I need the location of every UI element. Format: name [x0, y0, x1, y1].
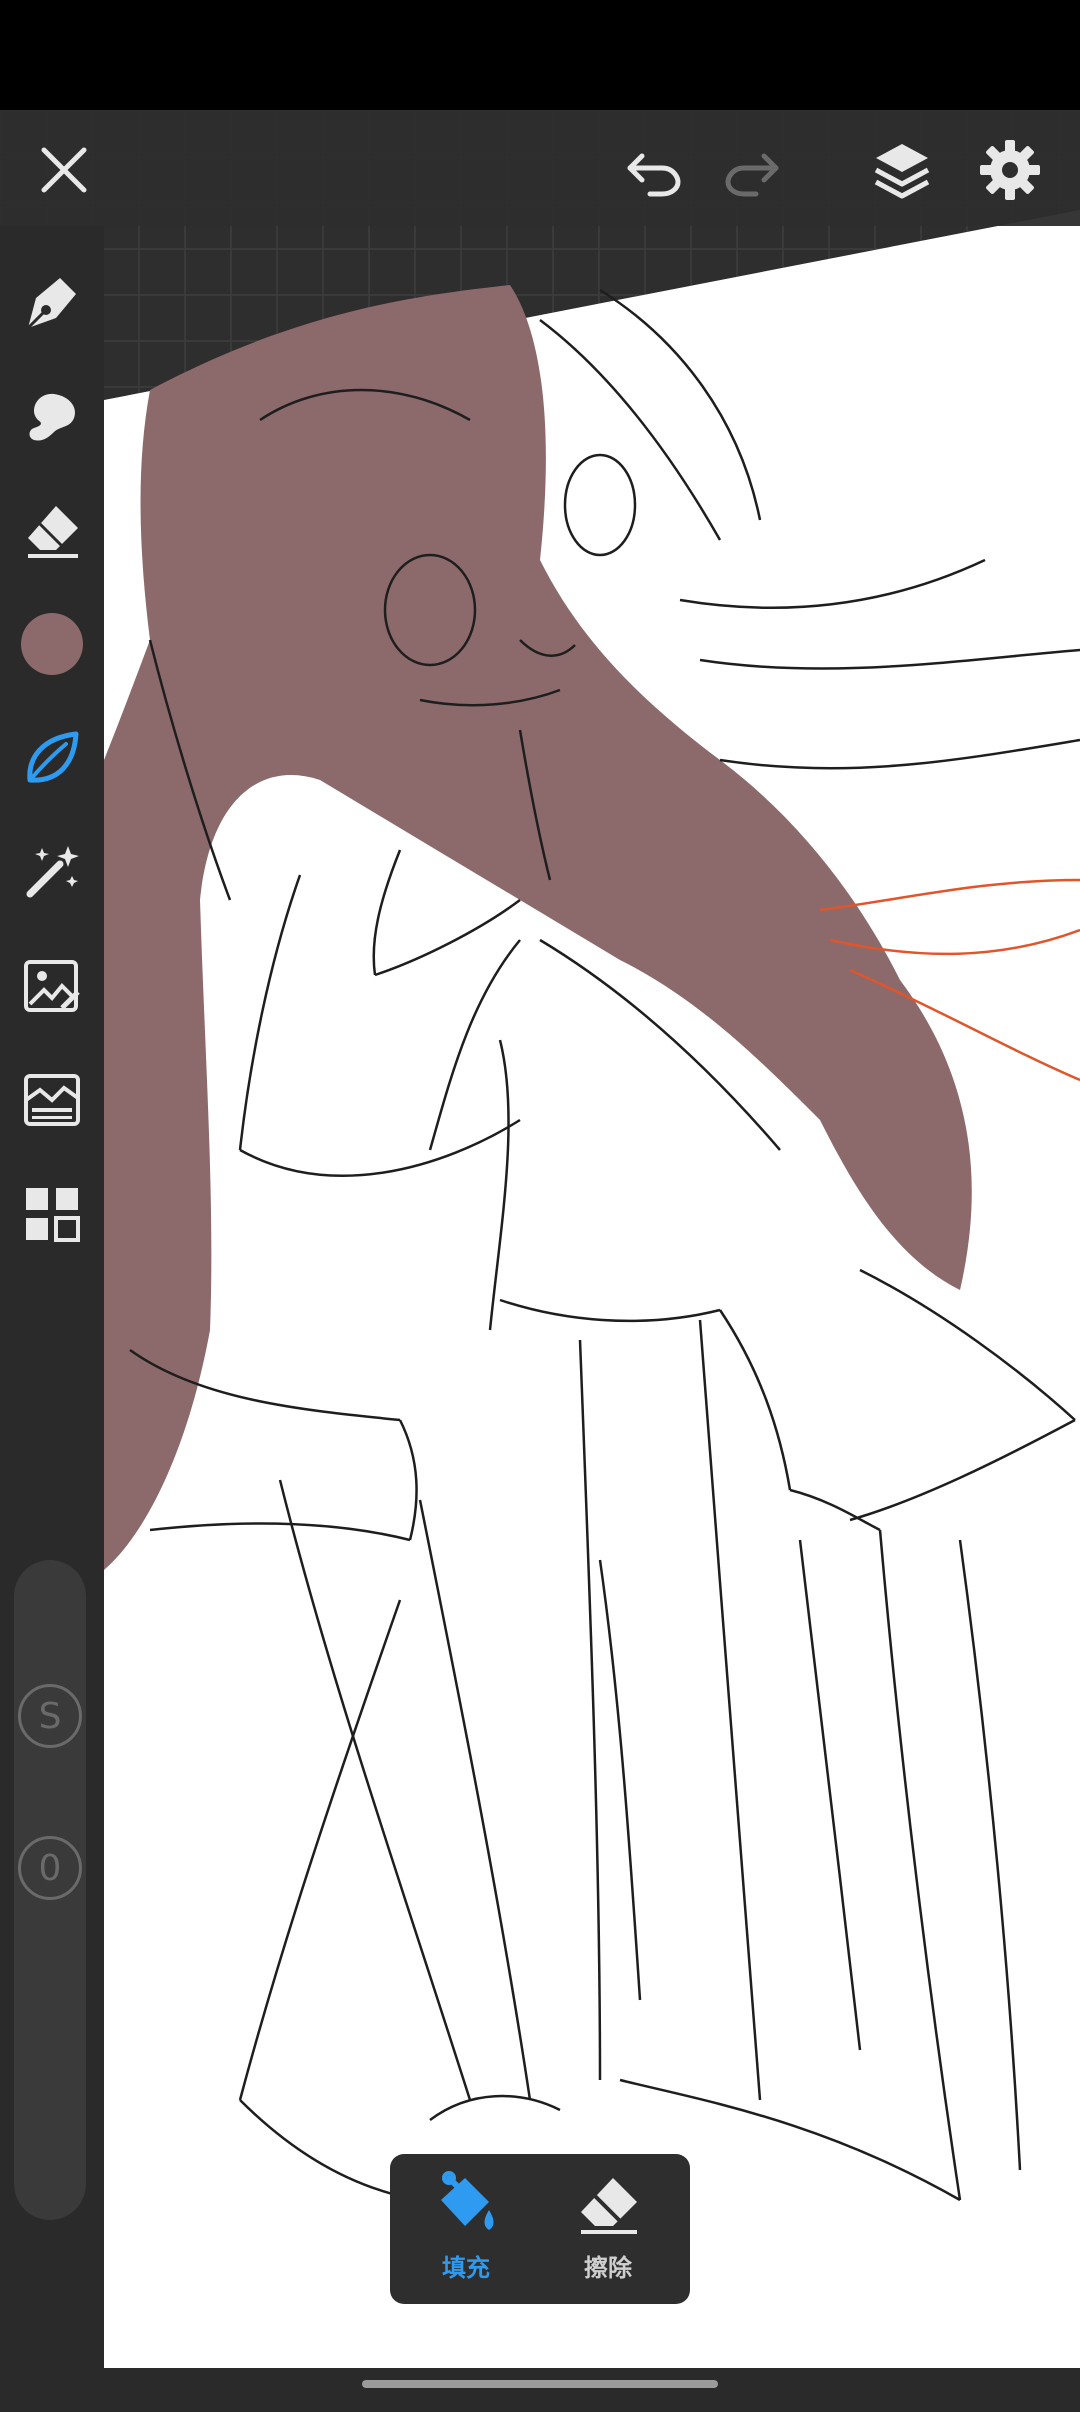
opacity-button-label: 0: [38, 1847, 62, 1889]
eraser-tool-button[interactable]: [12, 490, 92, 570]
grid-icon: [26, 1188, 80, 1242]
redo-button[interactable]: [712, 130, 792, 210]
fill-tool-button[interactable]: [12, 718, 92, 798]
artwork: [104, 210, 1080, 2368]
brush-tool-button[interactable]: [12, 262, 92, 342]
home-indicator[interactable]: [362, 2380, 718, 2388]
current-color-swatch: [21, 613, 83, 675]
drawing-canvas[interactable]: [0, 110, 1080, 2368]
gallery-button[interactable]: [12, 1174, 92, 1254]
filter-button[interactable]: [12, 1060, 92, 1140]
color-picker-button[interactable]: [12, 604, 92, 684]
eraser-icon: [28, 506, 78, 558]
undo-icon: [627, 153, 681, 197]
close-button[interactable]: [24, 130, 104, 210]
fill-mode-label: 填充: [442, 2254, 490, 2282]
opacity-button[interactable]: 0: [18, 1836, 82, 1900]
image-adjust-button[interactable]: [12, 946, 92, 1026]
smudge-icon: [29, 393, 76, 441]
erase-mode-label: 擦除: [584, 2254, 632, 2282]
size-button-label: S: [38, 1695, 62, 1737]
paint-bucket-icon: [441, 2171, 494, 2230]
magic-wand-tool-button[interactable]: [12, 832, 92, 912]
fill-options-panel: 填充 擦除: [390, 2154, 690, 2304]
eraser-icon: [581, 2178, 637, 2234]
leaf-fill-icon: [27, 731, 79, 783]
system-nav-bar: [0, 2368, 1080, 2412]
layers-icon: [874, 144, 930, 199]
size-button[interactable]: S: [18, 1684, 82, 1748]
filter-icon: [24, 1074, 80, 1126]
settings-button[interactable]: [970, 130, 1050, 210]
redo-icon: [725, 153, 779, 197]
gear-icon: [980, 140, 1040, 200]
status-bar: [0, 0, 1080, 110]
close-icon: [41, 147, 87, 193]
layers-button[interactable]: [862, 130, 942, 210]
magic-wand-icon: [26, 846, 79, 898]
brush-tip-icon: [26, 278, 76, 330]
smudge-tool-button[interactable]: [12, 376, 92, 456]
erase-mode-button[interactable]: 擦除: [548, 2170, 668, 2290]
image-edit-icon: [24, 960, 80, 1012]
fill-mode-button[interactable]: 填充: [406, 2170, 526, 2290]
undo-button[interactable]: [614, 130, 694, 210]
